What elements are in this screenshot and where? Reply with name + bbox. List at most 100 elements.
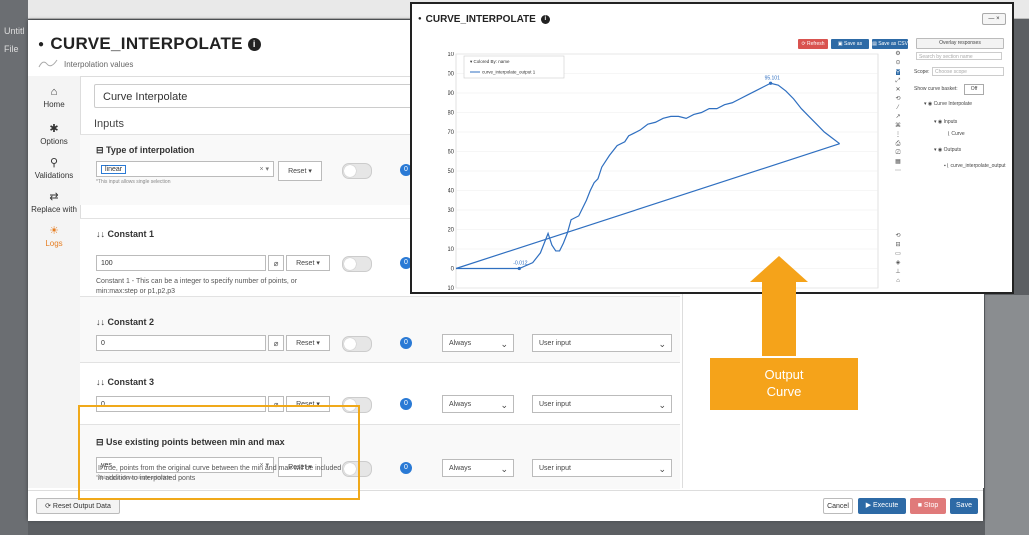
constant-2-input[interactable]: 0 bbox=[96, 335, 266, 351]
connection-count-badge: 0 bbox=[400, 398, 412, 410]
input-hint: *This input allows single selection bbox=[96, 179, 171, 185]
chevron-down-icon: ⌄ bbox=[500, 464, 508, 474]
y-tick-label: 80 bbox=[448, 111, 455, 117]
chart-tools-toolbar-2[interactable]: ⟲ ⊟ ▭ ◈ ⊥ ⌂ bbox=[893, 232, 903, 286]
show-curve-basket-label: Show curve basket: bbox=[914, 86, 958, 92]
reset-button[interactable]: Reset ▾ bbox=[278, 161, 322, 181]
tree-node-inputs[interactable]: ▾ ◉ Inputs bbox=[934, 118, 957, 127]
output-curve-callout: Output Curve bbox=[710, 358, 858, 410]
chevron-down-icon: ⌄ bbox=[658, 339, 666, 349]
output-curve-window: ● CURVE_INTERPOLATE i — × ⟳ Refresh ▣ Save… bbox=[410, 2, 1014, 294]
y-tick-label: 30 bbox=[448, 208, 455, 214]
scope-label: Scope: bbox=[914, 69, 930, 75]
bullet-icon: ● bbox=[38, 39, 45, 51]
execute-button[interactable]: ▶ Execute bbox=[858, 498, 906, 514]
y-tick-label: 110 bbox=[448, 52, 455, 58]
line-chart[interactable]: -100102030405060708090100110Y-Axis-0.012… bbox=[448, 52, 882, 290]
info-icon[interactable]: i bbox=[247, 38, 261, 51]
bug-icon: ☀ bbox=[49, 225, 59, 237]
gear-icon: ✱ bbox=[49, 123, 59, 135]
legend-header: ▾ Colored By: name bbox=[470, 59, 510, 64]
background-right-panel bbox=[985, 295, 1029, 535]
dialog-sidebar: ⌂ Home ✱ Options ⚲ Validations ⇄ Replace wit… bbox=[28, 76, 81, 488]
y-tick-label: -10 bbox=[448, 286, 455, 290]
paperclip-icon[interactable]: ⌀ bbox=[268, 255, 284, 271]
paperclip-icon[interactable]: ⌀ bbox=[268, 335, 284, 351]
tree-node-output-curve[interactable]: ▪ ⌊ curve_interpolate_output bbox=[944, 162, 1006, 171]
inputs-heading: Inputs bbox=[94, 118, 124, 130]
source-select[interactable]: User input ⌄ bbox=[532, 459, 672, 477]
tree-node-curve-interpolate[interactable]: ▾ ◉ Curve Interpolate bbox=[924, 100, 972, 109]
toggle-switch[interactable] bbox=[342, 336, 372, 352]
y-tick-label: 100 bbox=[448, 72, 455, 78]
sidebar-item-home[interactable]: ⌂ Home bbox=[28, 86, 80, 109]
zoom-icon[interactable]: ⚲ bbox=[895, 69, 901, 75]
constant-1-help: Constant 1 - This can be a integer to sp… bbox=[96, 278, 298, 295]
legend-item: curve_interpolate_output 1 bbox=[482, 70, 536, 75]
dialog-subtitle: Interpolation values bbox=[64, 60, 134, 69]
scope-select[interactable]: Choose scope bbox=[932, 67, 1004, 76]
when-select[interactable]: Always ⌄ bbox=[442, 459, 514, 477]
y-tick-label: 90 bbox=[448, 91, 455, 97]
save-as-csv-button[interactable]: ▤ Save as CSV bbox=[872, 39, 908, 49]
toggle-switch[interactable] bbox=[342, 163, 372, 179]
bullet-icon: ● bbox=[418, 16, 422, 23]
section-title: ↓↓ Constant 1 bbox=[96, 229, 155, 239]
when-select[interactable]: Always ⌄ bbox=[442, 334, 514, 352]
home-icon: ⌂ bbox=[50, 86, 58, 98]
chart-tools-toolbar[interactable]: ⚙ ⊙ ⚲ ⤢ ✕ ⟲ ⁄ ↗ ⌘ ⋮ ⎙ ⎚ ▦ ⋯ bbox=[893, 50, 903, 176]
background-menu-file[interactable]: File bbox=[4, 44, 19, 54]
chevron-down-icon: ⌄ bbox=[658, 464, 666, 474]
tree-node-outputs[interactable]: ▾ ◉ Outputs bbox=[934, 146, 961, 155]
annotation-point bbox=[517, 266, 521, 271]
y-tick-label: 40 bbox=[448, 189, 455, 195]
y-tick-label: 20 bbox=[448, 228, 455, 234]
tree-node-curve[interactable]: ⌊ Curve bbox=[948, 130, 965, 139]
highlight-box bbox=[78, 405, 360, 500]
swap-icon: ⇄ bbox=[49, 191, 59, 203]
arrow-shaft bbox=[762, 278, 796, 356]
y-tick-label: 60 bbox=[448, 150, 455, 156]
section-title: ⊟ Type of interpolation bbox=[96, 145, 195, 155]
y-tick-label: 10 bbox=[448, 247, 455, 253]
dialog-title: ● CURVE_INTERPOLATE i bbox=[38, 34, 261, 54]
save-button[interactable]: Save bbox=[950, 498, 978, 514]
background-label: Untitl bbox=[4, 26, 25, 36]
info-icon[interactable]: i bbox=[540, 15, 550, 24]
curve-icon bbox=[38, 59, 58, 68]
reset-button[interactable]: Reset ▾ bbox=[286, 335, 330, 351]
source-select[interactable]: User input ⌄ bbox=[532, 334, 672, 352]
reset-output-data-button[interactable]: ⟳ Reset Output Data bbox=[36, 498, 120, 514]
sidebar-item-validations[interactable]: ⚲ Validations bbox=[28, 156, 80, 180]
desktop: Untitl File ● CURVE_INTERPOLATE i Interpol… bbox=[0, 0, 1029, 535]
reset-button[interactable]: Reset ▾ bbox=[286, 255, 330, 271]
cancel-button[interactable]: Cancel bbox=[823, 498, 853, 514]
chevron-down-icon: ⌄ bbox=[500, 339, 508, 349]
stop-button[interactable]: ■ Stop bbox=[910, 498, 946, 514]
clear-icon[interactable]: × ▾ bbox=[259, 162, 269, 178]
y-tick-label: 0 bbox=[451, 267, 455, 273]
sidebar-item-logs[interactable]: ☀ Logs bbox=[28, 224, 80, 248]
y-tick-label: 50 bbox=[448, 169, 455, 175]
annotation-point bbox=[768, 81, 773, 85]
section-constant-2: ↓↓ Constant 2 0 ⌀ Reset ▾ 0 Always ⌄ User… bbox=[80, 296, 680, 363]
section-search-input[interactable]: Search by section name bbox=[916, 52, 1002, 60]
chart-side-panel: Overlay responses Search by section name… bbox=[910, 38, 1008, 288]
section-title: ↓↓ Constant 2 bbox=[96, 317, 155, 327]
annotation-label: 95.101 bbox=[765, 75, 781, 81]
show-curve-basket-toggle[interactable]: Off bbox=[964, 84, 984, 95]
when-select[interactable]: Always ⌄ bbox=[442, 395, 514, 413]
sidebar-item-options[interactable]: ✱ Options bbox=[28, 122, 80, 146]
overlay-responses-button[interactable]: Overlay responses bbox=[916, 38, 1004, 49]
background-left-panel: Untitl File bbox=[0, 0, 28, 535]
constant-1-input[interactable]: 100 bbox=[96, 255, 266, 271]
window-controls[interactable]: — × bbox=[982, 13, 1006, 25]
save-as-image-button[interactable]: ▣ Save as Image bbox=[831, 39, 869, 57]
source-select[interactable]: User input ⌄ bbox=[532, 395, 672, 413]
output-window-title: ● CURVE_INTERPOLATE i bbox=[418, 14, 550, 25]
toggle-switch[interactable] bbox=[342, 256, 372, 272]
connection-count-badge: 0 bbox=[400, 337, 412, 349]
interpolation-type-select[interactable]: linear × ▾ bbox=[96, 161, 274, 177]
sidebar-item-replace-with[interactable]: ⇄ Replace with bbox=[28, 190, 80, 214]
refresh-button[interactable]: ⟳ Refresh bbox=[798, 39, 828, 49]
